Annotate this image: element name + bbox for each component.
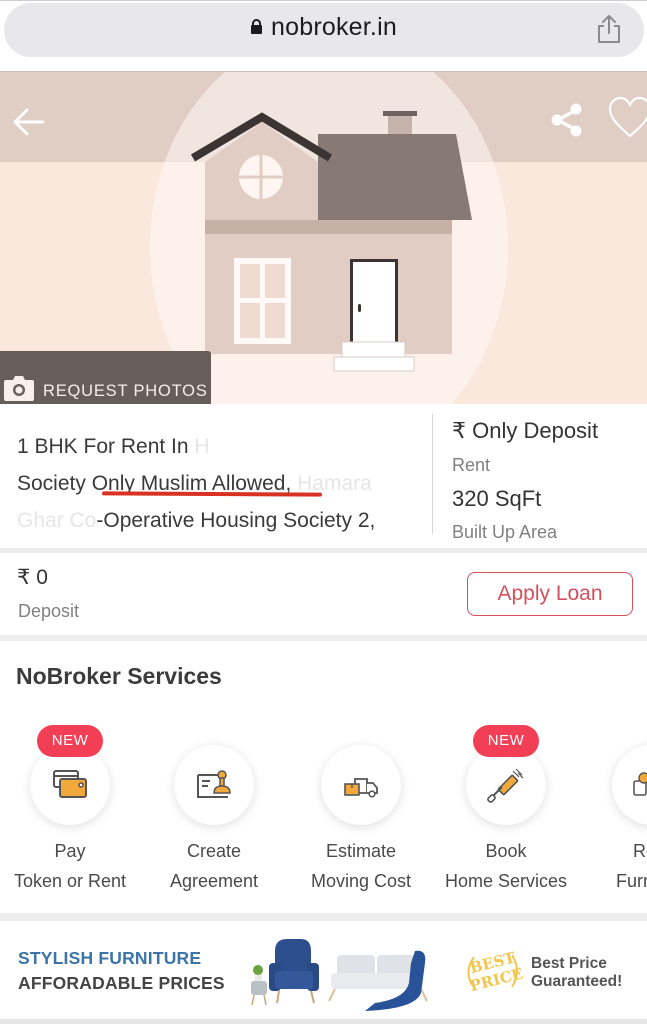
apply-loan-button[interactable]: Apply Loan — [467, 572, 633, 616]
service-sublabel: Moving Cost — [310, 871, 412, 891]
wallet-icon — [53, 770, 87, 798]
back-arrow-icon[interactable] — [10, 102, 50, 142]
service-icon-circle — [321, 745, 401, 825]
guarantee-line-1: Best Price — [531, 955, 607, 972]
rent-label: Rent — [452, 455, 491, 475]
share-icon[interactable] — [596, 14, 622, 44]
stamp-agreement-icon — [197, 770, 231, 798]
service-book-home-services[interactable]: NEW Book Home Services — [431, 725, 581, 905]
furniture-icon — [633, 772, 647, 796]
paint-roller-icon — [487, 768, 524, 803]
share-icon[interactable] — [548, 100, 588, 140]
deposit-label: Deposit — [18, 601, 80, 621]
service-label: Create — [186, 841, 242, 861]
section-divider — [0, 1019, 647, 1024]
service-label: Estimate — [325, 841, 397, 861]
property-image[interactable]: REQUEST PHOTOS — [0, 72, 647, 404]
furniture-ad-banner[interactable]: STYLISH FURNITURE AFFORADABLE PRICES BES… — [0, 921, 647, 1019]
service-icon-circle — [612, 745, 647, 825]
service-label: Book — [485, 841, 527, 861]
browser-bar: nobroker.in — [0, 0, 647, 73]
deposit-value: ₹ 0 — [17, 566, 48, 589]
furniture-image — [251, 939, 428, 1011]
service-sublabel: Agreement — [169, 871, 259, 891]
service-estimate-moving-cost[interactable]: Estimate Moving Cost — [286, 725, 436, 905]
lock-icon — [251, 19, 263, 34]
request-photos-label: REQUEST PHOTOS — [43, 382, 208, 400]
heart-icon[interactable] — [606, 94, 647, 142]
title-line-3: Ghar Co-Operative Housing Society 2, — [17, 509, 376, 532]
section-divider — [0, 913, 647, 921]
banner-headline: STYLISH FURNITURE — [18, 948, 202, 968]
service-rent-furniture[interactable]: Rent Furniture — [577, 725, 647, 905]
listing-title: 1 BHK For Rent In H Society Only Muslim … — [17, 428, 427, 539]
title-line-2: Society Only Muslim Allowed, Hamara — [17, 472, 372, 495]
guarantee-line-2: Guaranteed! — [531, 973, 623, 990]
new-badge: NEW — [473, 725, 539, 757]
moving-truck-icon — [344, 778, 378, 798]
deposit-row: ₹ 0 Deposit Apply Loan — [0, 553, 647, 635]
listing-summary: 1 BHK For Rent In H Society Only Muslim … — [0, 404, 647, 548]
camera-icon — [4, 376, 34, 401]
service-label: Rent — [632, 841, 647, 861]
service-icon-circle — [30, 745, 110, 825]
request-photos-button[interactable]: REQUEST PHOTOS — [0, 351, 211, 404]
url-text: nobroker.in — [271, 13, 397, 41]
area-label: Built Up Area — [452, 522, 558, 542]
url-display[interactable]: nobroker.in — [4, 13, 644, 42]
area-value: 320 SqFt — [452, 486, 542, 511]
service-create-agreement[interactable]: Create Agreement — [139, 725, 289, 905]
services-title: NoBroker Services — [16, 663, 222, 689]
service-pay-token-or-rent[interactable]: NEW Pay Token or Rent — [0, 725, 145, 905]
new-badge: NEW — [37, 725, 103, 757]
service-sublabel: Home Services — [444, 871, 568, 891]
best-price-badge-icon: BEST PRICE — [467, 948, 524, 995]
address-bar[interactable]: nobroker.in — [4, 3, 644, 57]
title-line-1: 1 BHK For Rent In H — [17, 435, 210, 458]
banner-subheadline: AFFORADABLE PRICES — [18, 973, 225, 993]
service-icon-circle — [466, 745, 546, 825]
services-section: NoBroker Services NEW Pay Token or Rent — [0, 641, 647, 913]
service-sublabel: Token or Rent — [13, 871, 127, 891]
service-sublabel: Furniture — [615, 871, 647, 891]
vertical-divider — [432, 414, 433, 534]
service-icon-circle — [174, 745, 254, 825]
rent-value: ₹ Only Deposit — [452, 418, 599, 443]
service-label: Pay — [54, 841, 86, 861]
